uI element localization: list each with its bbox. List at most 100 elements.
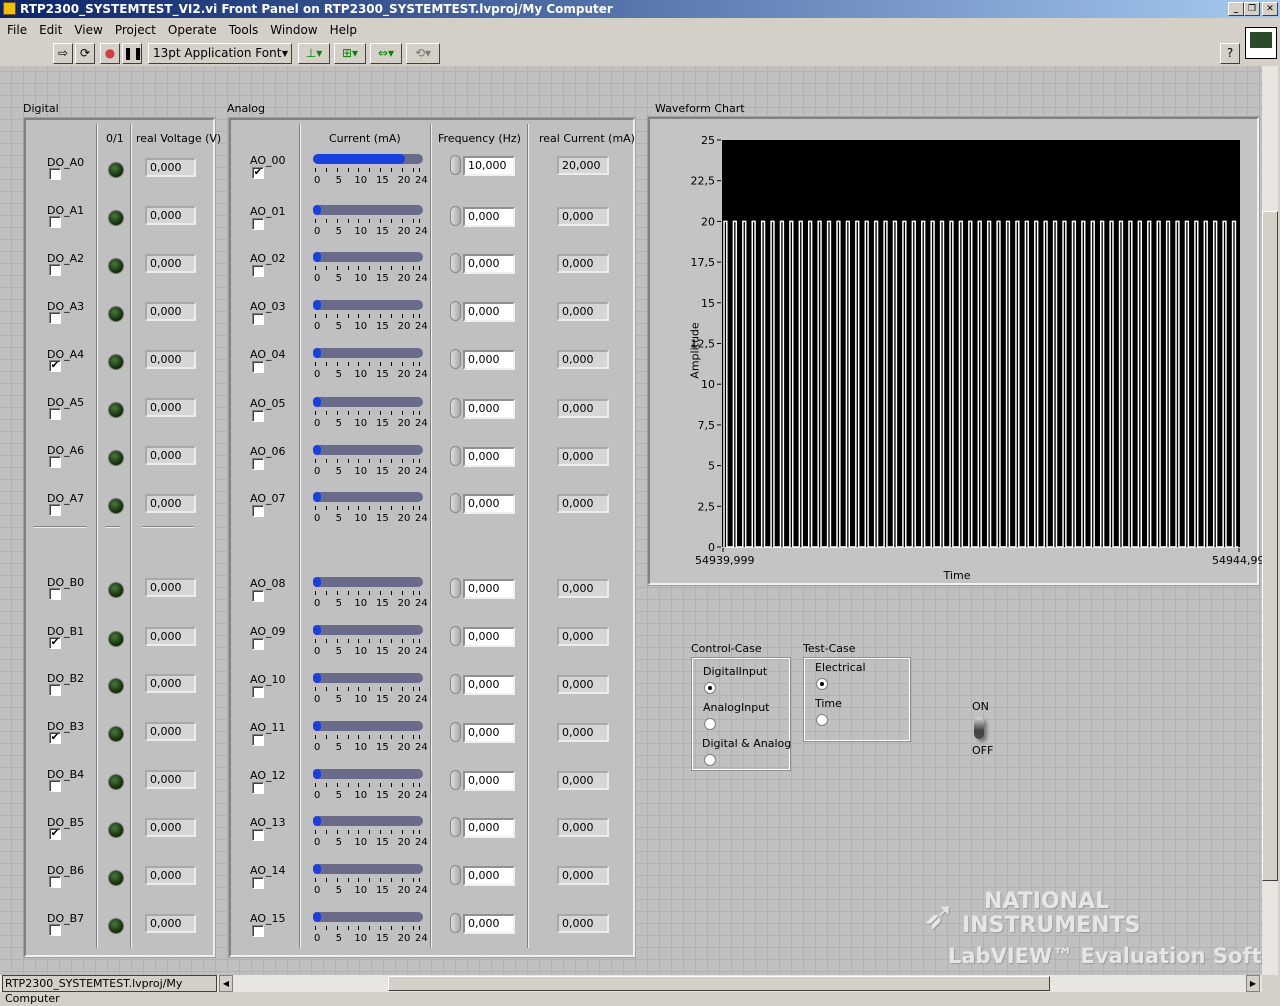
frequency-input[interactable]: 0,000 xyxy=(463,866,515,886)
current-slider[interactable] xyxy=(313,625,423,635)
menu-operate[interactable]: Operate xyxy=(161,20,222,37)
scroll-left-icon[interactable]: ◀ xyxy=(219,975,233,992)
pause-icon[interactable]: ❚❚ xyxy=(122,43,143,64)
current-slider[interactable] xyxy=(313,205,423,215)
frequency-input[interactable]: 0,000 xyxy=(463,447,515,467)
digital-channel-checkbox[interactable] xyxy=(49,780,61,792)
radio-digitalinput[interactable] xyxy=(704,682,716,694)
analog-channel-checkbox[interactable] xyxy=(252,590,264,602)
digital-channel-checkbox[interactable] xyxy=(49,876,61,888)
analog-channel-checkbox[interactable] xyxy=(252,782,264,794)
current-slider[interactable] xyxy=(313,252,423,262)
current-slider[interactable] xyxy=(313,300,423,310)
frequency-input[interactable]: 0,000 xyxy=(463,723,515,743)
current-slider[interactable] xyxy=(313,577,423,587)
frequency-increment-decrement-icon[interactable] xyxy=(450,398,461,418)
frequency-input[interactable]: 0,000 xyxy=(463,627,515,647)
frequency-increment-decrement-icon[interactable] xyxy=(450,493,461,513)
run-continuously-icon[interactable]: ⟳ xyxy=(75,43,95,64)
digital-channel-checkbox[interactable] xyxy=(49,588,61,600)
frequency-input[interactable]: 0,000 xyxy=(463,675,515,695)
current-slider[interactable] xyxy=(313,397,423,407)
radio-electrical[interactable] xyxy=(816,678,828,690)
menu-tools[interactable]: Tools xyxy=(222,20,264,37)
analog-channel-checkbox[interactable] xyxy=(252,505,264,517)
frequency-increment-decrement-icon[interactable] xyxy=(450,446,461,466)
digital-channel-checkbox[interactable]: ✔ xyxy=(49,828,61,840)
resize-objects-icon[interactable]: ⇔▾ xyxy=(370,43,402,64)
frequency-input[interactable]: 0,000 xyxy=(463,818,515,838)
radio-analoginput[interactable] xyxy=(704,718,716,730)
frequency-increment-decrement-icon[interactable] xyxy=(450,206,461,226)
analog-channel-checkbox[interactable] xyxy=(252,265,264,277)
digital-channel-checkbox[interactable]: ✔ xyxy=(49,732,61,744)
frequency-input[interactable]: 10,000 xyxy=(463,156,515,176)
menu-file[interactable]: File xyxy=(0,20,32,37)
frequency-input[interactable]: 0,000 xyxy=(463,399,515,419)
vertical-scrollbar[interactable] xyxy=(1262,66,1278,975)
digital-channel-checkbox[interactable] xyxy=(49,504,61,516)
radio-time[interactable] xyxy=(816,714,828,726)
current-slider[interactable] xyxy=(313,673,423,683)
analog-channel-checkbox[interactable] xyxy=(252,218,264,230)
frequency-increment-decrement-icon[interactable] xyxy=(450,253,461,273)
digital-channel-checkbox[interactable] xyxy=(49,312,61,324)
frequency-input[interactable]: 0,000 xyxy=(463,494,515,514)
align-objects-icon[interactable]: ⊥▾ xyxy=(298,43,330,64)
radio-digital-analog[interactable] xyxy=(704,754,716,766)
analog-channel-checkbox[interactable] xyxy=(252,361,264,373)
menu-window[interactable]: Window xyxy=(263,20,322,37)
analog-channel-checkbox[interactable] xyxy=(252,829,264,841)
frequency-input[interactable]: 0,000 xyxy=(463,350,515,370)
analog-channel-checkbox[interactable] xyxy=(252,925,264,937)
frequency-increment-decrement-icon[interactable] xyxy=(450,578,461,598)
digital-channel-checkbox[interactable] xyxy=(49,684,61,696)
frequency-input[interactable]: 0,000 xyxy=(463,914,515,934)
current-slider[interactable] xyxy=(313,912,423,922)
scroll-right-icon[interactable]: ▶ xyxy=(1246,975,1260,992)
analog-channel-checkbox[interactable] xyxy=(252,734,264,746)
current-slider[interactable] xyxy=(313,864,423,874)
analog-channel-checkbox[interactable]: ✔ xyxy=(252,167,264,179)
distribute-objects-icon[interactable]: ⊞▾ xyxy=(334,43,366,64)
restore-button[interactable]: ❐ xyxy=(1244,2,1260,16)
frequency-increment-decrement-icon[interactable] xyxy=(450,865,461,885)
frequency-increment-decrement-icon[interactable] xyxy=(450,817,461,837)
menu-project[interactable]: Project xyxy=(108,20,161,37)
digital-channel-checkbox[interactable]: ✔ xyxy=(49,637,61,649)
frequency-increment-decrement-icon[interactable] xyxy=(450,674,461,694)
analog-channel-checkbox[interactable] xyxy=(252,686,264,698)
digital-channel-checkbox[interactable] xyxy=(49,924,61,936)
frequency-increment-decrement-icon[interactable] xyxy=(450,770,461,790)
analog-channel-checkbox[interactable] xyxy=(252,638,264,650)
frequency-increment-decrement-icon[interactable] xyxy=(450,913,461,933)
scrollbar-thumb[interactable] xyxy=(1262,211,1278,881)
analog-channel-checkbox[interactable] xyxy=(252,313,264,325)
current-slider[interactable] xyxy=(313,721,423,731)
frequency-increment-decrement-icon[interactable] xyxy=(450,626,461,646)
frequency-input[interactable]: 0,000 xyxy=(463,302,515,322)
context-help-button[interactable]: ? xyxy=(1220,43,1240,64)
menu-view[interactable]: View xyxy=(67,20,107,37)
analog-channel-checkbox[interactable] xyxy=(252,458,264,470)
digital-channel-checkbox[interactable]: ✔ xyxy=(49,360,61,372)
frequency-increment-decrement-icon[interactable] xyxy=(450,722,461,742)
digital-channel-checkbox[interactable] xyxy=(49,216,61,228)
current-slider[interactable] xyxy=(313,816,423,826)
digital-channel-checkbox[interactable] xyxy=(49,456,61,468)
menu-help[interactable]: Help xyxy=(323,20,362,37)
abort-icon[interactable]: ● xyxy=(100,43,120,64)
frequency-input[interactable]: 0,000 xyxy=(463,771,515,791)
on-off-toggle-switch[interactable] xyxy=(974,717,984,739)
current-slider[interactable] xyxy=(313,445,423,455)
close-button[interactable]: ✕ xyxy=(1262,2,1278,16)
current-slider[interactable] xyxy=(313,492,423,502)
menu-edit[interactable]: Edit xyxy=(32,20,67,37)
horizontal-scrollbar-thumb[interactable] xyxy=(388,976,1050,991)
current-slider[interactable] xyxy=(313,348,423,358)
frequency-increment-decrement-icon[interactable] xyxy=(450,155,461,175)
digital-channel-checkbox[interactable] xyxy=(49,408,61,420)
frequency-input[interactable]: 0,000 xyxy=(463,207,515,227)
frequency-input[interactable]: 0,000 xyxy=(463,579,515,599)
frequency-increment-decrement-icon[interactable] xyxy=(450,349,461,369)
